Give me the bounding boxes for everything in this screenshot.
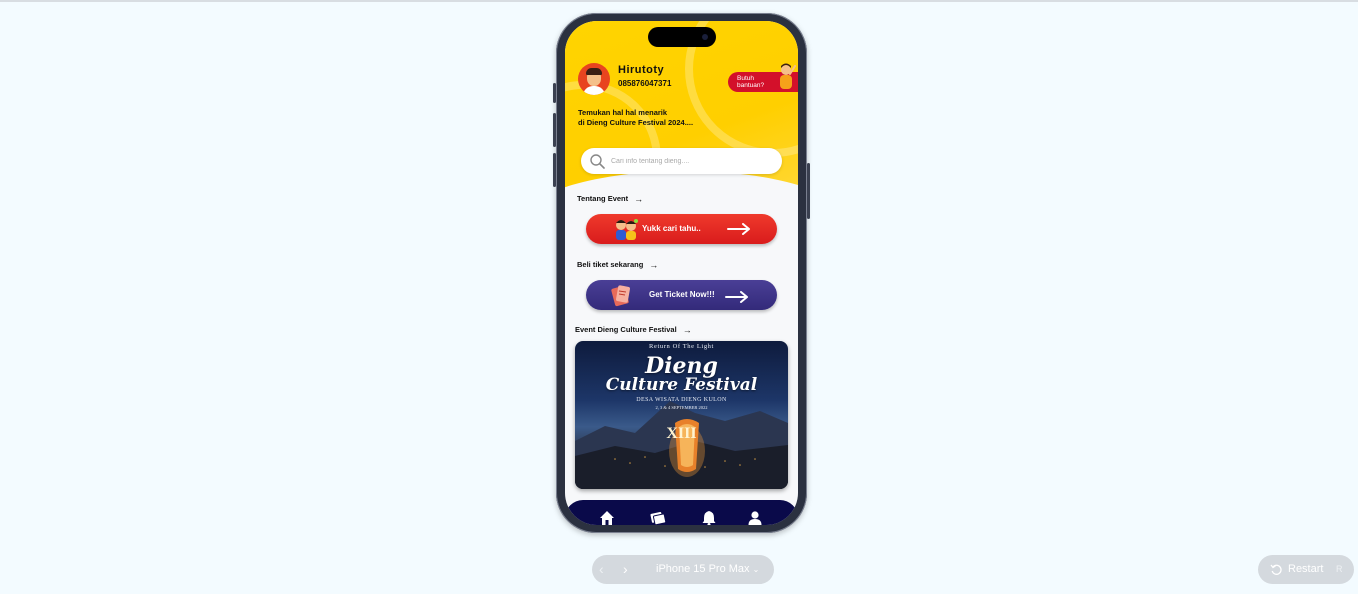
search-icon: [590, 154, 605, 169]
dynamic-island: [648, 27, 716, 47]
about-event-banner-label: Yukk cari tahu..: [642, 224, 701, 233]
help-button[interactable]: Butuh bantuan?: [728, 63, 798, 92]
bottom-navbar: [565, 500, 798, 525]
restart-label: Restart: [1288, 563, 1324, 575]
user-phone: 085876047371: [618, 79, 672, 88]
restart-icon: [1270, 564, 1282, 575]
user-icon[interactable]: [746, 509, 764, 525]
camera-icon: [702, 34, 708, 40]
search-bar[interactable]: [581, 148, 782, 174]
ticket-icon[interactable]: [649, 509, 667, 525]
event-poster[interactable]: Return Of The Light Dieng Culture Festiv…: [575, 341, 788, 489]
get-ticket-banner[interactable]: Get Ticket Now!!!: [586, 280, 777, 310]
chevron-left-icon[interactable]: ‹: [599, 562, 604, 576]
action-button: [553, 83, 556, 103]
restart-button[interactable]: Restart R: [1258, 555, 1354, 584]
poster-edition: XIII: [666, 425, 697, 442]
chevron-right-icon[interactable]: ›: [623, 562, 628, 576]
app-screen: Hirutoty 085876047371 Butuh bantuan? Tem…: [565, 21, 798, 525]
power-button: [807, 163, 810, 219]
bell-icon[interactable]: [700, 509, 718, 525]
ticket-illustration-icon: [611, 285, 630, 307]
volume-up-button: [553, 113, 556, 147]
device-label: iPhone 15 Pro Max ⌄: [656, 563, 760, 575]
poster-title-line2: Culture Festival: [605, 375, 758, 395]
device-selector[interactable]: ‹ › iPhone 15 Pro Max ⌄: [592, 555, 774, 584]
section-event-label: Event Dieng Culture Festival: [575, 325, 677, 334]
top-border: [0, 0, 1358, 2]
search-input[interactable]: [611, 154, 771, 168]
poster-location: DESA WISATA DIENG KULON: [636, 397, 727, 403]
tagline: Temukan hal hal menarik di Dieng Culture…: [578, 108, 694, 127]
arrow-right-icon: →: [649, 260, 659, 270]
volume-down-button: [553, 153, 556, 187]
kids-illustration-icon: [616, 219, 638, 240]
section-tickets-label: Beli tiket sekarang: [577, 260, 644, 269]
poster-subtitle: Return Of The Light: [649, 343, 714, 350]
section-tickets[interactable]: Beli tiket sekarang →: [577, 260, 658, 270]
help-button-label: Butuh bantuan?: [737, 75, 765, 89]
helper-figure-icon: [780, 63, 796, 89]
user-name: Hirutoty: [618, 64, 665, 76]
about-event-banner[interactable]: Yukk cari tahu..: [586, 214, 777, 244]
arrow-right-icon: →: [634, 194, 644, 204]
long-arrow-right-icon: [727, 223, 750, 235]
chevron-down-icon: ⌄: [752, 565, 760, 574]
phone-frame: Hirutoty 085876047371 Butuh bantuan? Tem…: [553, 13, 810, 533]
home-icon[interactable]: [598, 509, 616, 525]
section-about[interactable]: Tentang Event →: [577, 194, 643, 204]
poster-dates: 2, 3 & 4 SEPTEMBER 2022: [655, 405, 708, 410]
shortcut-key-icon: R: [1336, 564, 1343, 574]
section-event[interactable]: Event Dieng Culture Festival →: [575, 325, 692, 335]
section-about-label: Tentang Event: [577, 194, 629, 203]
long-arrow-right-icon: [725, 291, 748, 303]
arrow-right-icon: →: [682, 325, 692, 335]
avatar[interactable]: [578, 63, 610, 95]
